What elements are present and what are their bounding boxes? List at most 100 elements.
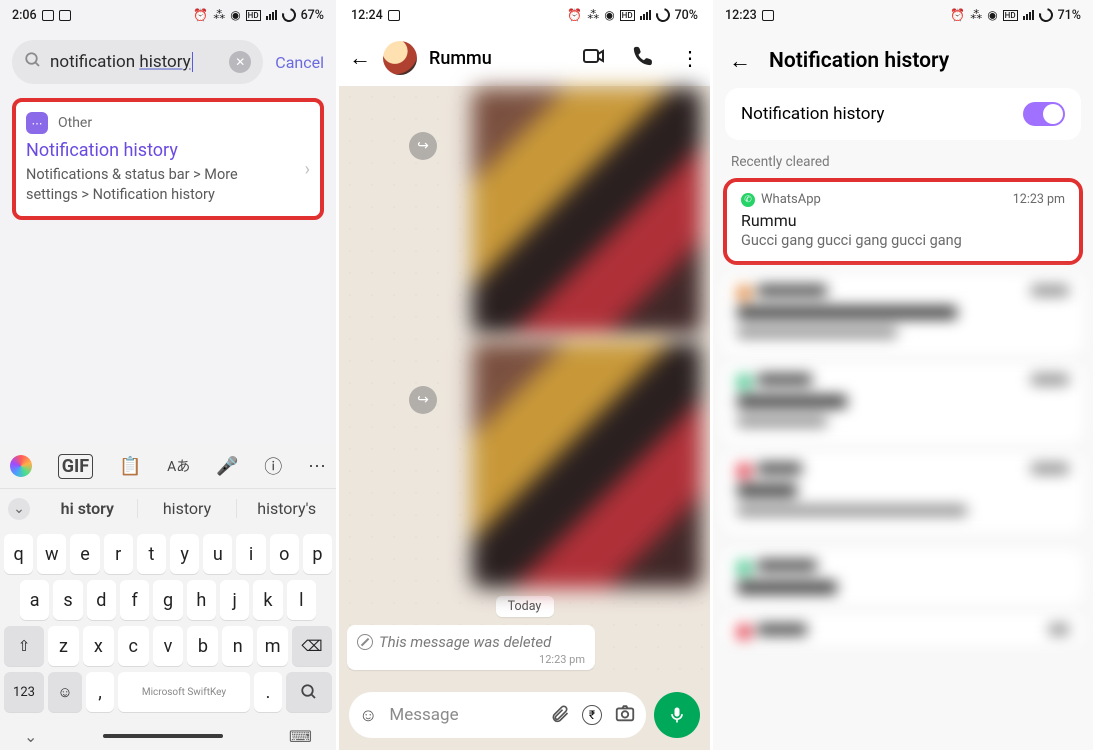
search-text: notification history [50, 52, 221, 73]
notification-app: WhatsApp [761, 192, 1007, 207]
search-key[interactable] [286, 672, 332, 712]
emoji-icon[interactable]: ☺ [359, 705, 377, 726]
period-key[interactable]: . [254, 672, 282, 712]
key-k[interactable]: k [253, 580, 282, 620]
signal-icon [1023, 10, 1034, 20]
signal-icon [640, 10, 651, 20]
chat-body[interactable]: ↪ ↪ Today This message was deleted 12:23… [339, 86, 710, 680]
page-title: Notification history [769, 49, 949, 73]
key-t[interactable]: t [137, 534, 166, 574]
key-d[interactable]: d [87, 580, 116, 620]
video-call-icon[interactable] [582, 44, 606, 73]
more-icon[interactable]: ⋯ [308, 456, 326, 477]
key-v[interactable]: v [153, 626, 184, 666]
clipboard-icon[interactable]: 📋 [119, 456, 141, 477]
app-icon [388, 10, 400, 21]
camera-icon[interactable] [614, 702, 636, 729]
key-e[interactable]: e [70, 534, 99, 574]
comma-key[interactable]: , [86, 672, 114, 712]
key-m[interactable]: m [257, 626, 288, 666]
key-r[interactable]: r [104, 534, 133, 574]
prediction-3[interactable]: history's [237, 499, 336, 518]
collapse-button[interactable]: ⌄ [0, 498, 38, 520]
keyboard-switch-icon[interactable]: ⌨ [289, 727, 312, 746]
notification-item[interactable] [723, 364, 1083, 443]
bluetooth-icon: ⁂ [970, 8, 982, 22]
backspace-key[interactable]: ⌫ [292, 626, 332, 666]
data-icon [653, 5, 672, 24]
forward-icon[interactable]: ↪ [409, 132, 437, 160]
key-z[interactable]: z [48, 626, 79, 666]
key-w[interactable]: w [37, 534, 66, 574]
payment-icon[interactable]: ₹ [582, 705, 602, 725]
key-l[interactable]: l [287, 580, 316, 620]
notification-item[interactable] [723, 453, 1083, 532]
key-p[interactable]: p [303, 534, 332, 574]
keyboard[interactable]: GIF 📋 Aあ 🎤 ⓘ ⋯ ⌄ hi story history histor… [0, 444, 336, 750]
voice-call-icon[interactable] [632, 45, 654, 72]
translate-icon[interactable]: Aあ [167, 456, 190, 476]
deleted-message[interactable]: This message was deleted 12:23 pm [347, 625, 595, 670]
toggle-card[interactable]: Notification history [725, 88, 1081, 140]
avatar[interactable] [383, 41, 417, 75]
key-y[interactable]: y [170, 534, 199, 574]
chat-name[interactable]: Rummu [429, 48, 556, 69]
key-q[interactable]: q [4, 534, 33, 574]
key-f[interactable]: f [120, 580, 149, 620]
result-title: Notification history [26, 140, 310, 161]
shift-key[interactable]: ⇧ [4, 626, 44, 666]
key-x[interactable]: x [83, 626, 114, 666]
search-result-item[interactable]: ⋯ Other Notification history Notificatio… [12, 98, 324, 220]
message-input[interactable]: ☺ Message ₹ [349, 692, 646, 738]
screen-settings-search: 2:06 ⏰ ⁂ ◉ HD 67% notification history ✕… [0, 0, 339, 750]
back-icon[interactable]: ← [729, 48, 751, 74]
key-g[interactable]: g [153, 580, 182, 620]
clear-icon[interactable]: ✕ [229, 51, 251, 73]
toggle-switch[interactable] [1023, 102, 1065, 126]
notification-item[interactable] [723, 614, 1083, 645]
section-label: Recently cleared [731, 154, 1075, 170]
chat-input-bar: ☺ Message ₹ [339, 680, 710, 750]
key-a[interactable]: a [20, 580, 49, 620]
forward-icon[interactable]: ↪ [409, 386, 437, 414]
key-o[interactable]: o [270, 534, 299, 574]
more-icon[interactable]: ⋮ [680, 46, 700, 70]
key-n[interactable]: n [222, 626, 253, 666]
image-message[interactable] [472, 342, 702, 588]
attach-icon[interactable] [550, 703, 570, 728]
info-icon[interactable]: ⓘ [264, 453, 282, 479]
emoji-key[interactable]: ☺ [48, 672, 82, 712]
back-icon[interactable]: ← [349, 45, 371, 71]
category-icon: ⋯ [26, 112, 48, 134]
key-h[interactable]: h [187, 580, 216, 620]
numbers-key[interactable]: 123 [4, 672, 44, 712]
key-c[interactable]: c [118, 626, 149, 666]
space-key[interactable]: Microsoft SwiftKey [118, 672, 250, 712]
notification-item[interactable] [723, 550, 1083, 604]
notification-item[interactable] [723, 275, 1083, 354]
key-s[interactable]: s [53, 580, 82, 620]
search-input[interactable]: notification history ✕ [12, 40, 263, 84]
nav-collapse-icon[interactable]: ⌄ [24, 727, 37, 746]
prediction-2[interactable]: history [138, 499, 238, 518]
search-icon [24, 51, 42, 73]
cancel-button[interactable]: Cancel [275, 53, 324, 72]
image-message[interactable] [472, 88, 702, 334]
key-u[interactable]: u [203, 534, 232, 574]
key-j[interactable]: j [220, 580, 249, 620]
copilot-icon[interactable] [10, 455, 32, 477]
status-battery: 70% [675, 8, 698, 23]
alarm-icon: ⏰ [193, 8, 208, 22]
mic-button[interactable] [654, 692, 700, 738]
key-b[interactable]: b [187, 626, 218, 666]
gif-icon[interactable]: GIF [58, 454, 93, 479]
bluetooth-icon: ⁂ [213, 8, 225, 22]
bluetooth-icon: ⁂ [587, 8, 599, 22]
notification-item[interactable]: ✆ WhatsApp 12:23 pm Rummu Gucci gang guc… [727, 182, 1079, 261]
search-row: notification history ✕ Cancel [0, 30, 336, 98]
mic-icon[interactable]: 🎤 [216, 456, 238, 477]
prediction-1[interactable]: hi story [38, 499, 138, 518]
nav-pill[interactable] [103, 734, 223, 738]
key-i[interactable]: i [236, 534, 265, 574]
data-icon [279, 5, 298, 24]
